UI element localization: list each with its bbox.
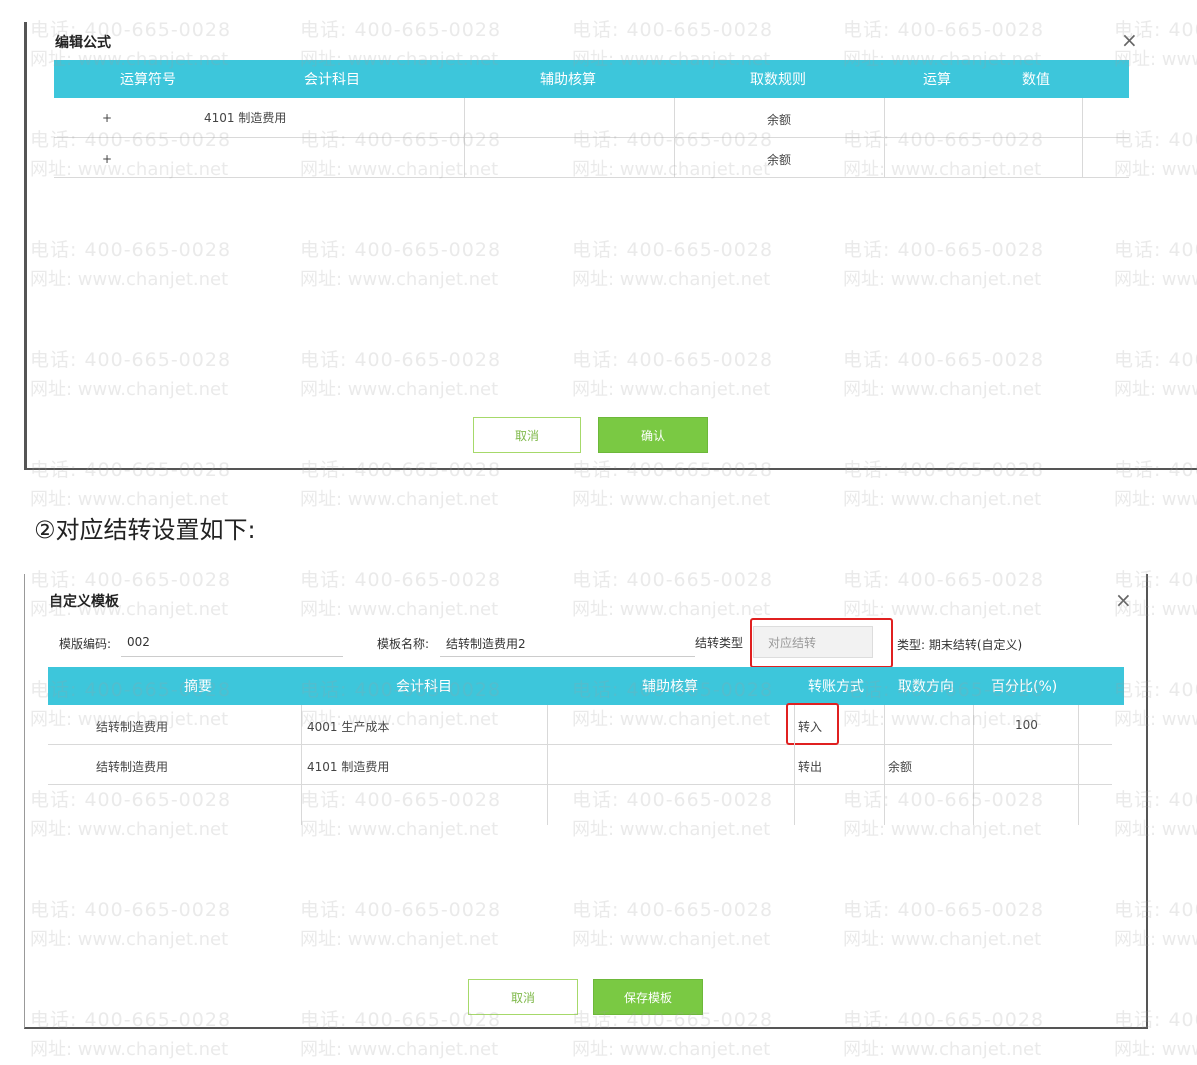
close-icon[interactable]: ×	[1115, 590, 1132, 610]
header-value: 数值	[1022, 72, 1050, 88]
watermark-site: 网址: www.chanjet.net	[300, 489, 499, 510]
column-divider	[674, 98, 675, 178]
column-divider	[884, 98, 885, 178]
column-divider	[884, 705, 885, 825]
column-divider	[1078, 705, 1079, 825]
watermark-site: 网址: www.chanjet.net	[300, 1039, 499, 1060]
column-divider	[301, 705, 302, 825]
template-name-field[interactable]: 结转制造费用2	[446, 635, 526, 652]
header-op: 运算	[923, 72, 951, 88]
header-aux: 辅助核算	[540, 72, 596, 88]
header-summary: 摘要	[184, 679, 212, 695]
custom-template-dialog: 自定义模板 × 模版编码: 002 模板名称: 结转制造费用2 结转类型 对应结…	[24, 574, 1148, 1029]
direction-cell[interactable]: 余额	[888, 758, 912, 775]
account-cell[interactable]: 4001 生产成本	[307, 718, 389, 735]
column-divider	[973, 705, 974, 825]
account-cell[interactable]: 4101 制造费用	[204, 109, 286, 126]
percent-cell[interactable]: 100	[1015, 718, 1038, 732]
header-transfer-method: 转账方式	[808, 679, 864, 695]
account-cell[interactable]: 4101 制造费用	[307, 758, 389, 775]
summary-cell[interactable]: 结转制造费用	[96, 718, 168, 735]
watermark-site: 网址: www.chanjet.net	[1114, 1039, 1197, 1060]
template-name-label: 模板名称:	[377, 637, 430, 651]
table-row[interactable]: 结转制造费用 4001 生产成本 转入 100	[48, 705, 1112, 745]
table-row[interactable]: + 4101 制造费用 余额	[54, 98, 1129, 138]
dialog-title: 自定义模板	[49, 594, 119, 610]
header-rule: 取数规则	[750, 72, 806, 88]
column-divider	[547, 705, 548, 825]
operator-cell[interactable]: +	[102, 152, 112, 166]
transfer-method-cell[interactable]: 转出	[798, 758, 822, 775]
formula-table-header: 运算符号 会计科目 辅助核算 取数规则 运算 数值	[54, 60, 1129, 98]
section-caption: ②对应结转设置如下:	[34, 516, 256, 544]
watermark-site: 网址: www.chanjet.net	[843, 489, 1042, 510]
column-divider	[1082, 98, 1083, 178]
table-row[interactable]: 结转制造费用 4101 制造费用 转出 余额	[48, 744, 1112, 785]
watermark-site: 网址: www.chanjet.net	[843, 1039, 1042, 1060]
watermark-site: 网址: www.chanjet.net	[1114, 489, 1197, 510]
template-table-header: 摘要 会计科目 辅助核算 转账方式 取数方向 百分比(%)	[48, 667, 1124, 705]
header-account: 会计科目	[304, 72, 360, 88]
template-name-underline	[440, 656, 695, 657]
watermark-site: 网址: www.chanjet.net	[30, 1039, 229, 1060]
confirm-button[interactable]: 确认	[598, 417, 708, 453]
dialog-title: 编辑公式	[55, 35, 111, 51]
watermark-site: 网址: www.chanjet.net	[572, 489, 771, 510]
header-direction: 取数方向	[898, 679, 954, 695]
rule-cell[interactable]: 余额	[767, 111, 791, 128]
highlight-box	[750, 618, 893, 668]
save-template-button[interactable]: 保存模板	[593, 979, 703, 1015]
template-code-label: 模版编码:	[59, 637, 112, 651]
rule-cell[interactable]: 余额	[767, 151, 791, 168]
column-divider	[464, 98, 465, 178]
operator-cell[interactable]: +	[102, 111, 112, 125]
cancel-button[interactable]: 取消	[473, 417, 581, 453]
close-icon[interactable]: ×	[1121, 30, 1138, 50]
header-percent: 百分比(%)	[991, 679, 1058, 695]
template-code-underline	[121, 656, 343, 657]
transfer-type-label: 结转类型	[695, 636, 744, 650]
template-code-field[interactable]: 002	[127, 635, 150, 649]
watermark-site: 网址: www.chanjet.net	[572, 1039, 771, 1060]
header-operator: 运算符号	[120, 72, 176, 88]
edit-formula-dialog: 编辑公式 × 运算符号 会计科目 辅助核算 取数规则 运算 数值 + 4101 …	[24, 22, 1197, 470]
header-account: 会计科目	[396, 679, 452, 695]
summary-cell[interactable]: 结转制造费用	[96, 758, 168, 775]
table-row[interactable]: + 余额	[54, 137, 1129, 178]
column-divider	[794, 705, 795, 825]
template-category-text: 类型: 期末结转(自定义)	[897, 638, 1023, 652]
cancel-button[interactable]: 取消	[468, 979, 578, 1015]
header-aux: 辅助核算	[642, 679, 698, 695]
